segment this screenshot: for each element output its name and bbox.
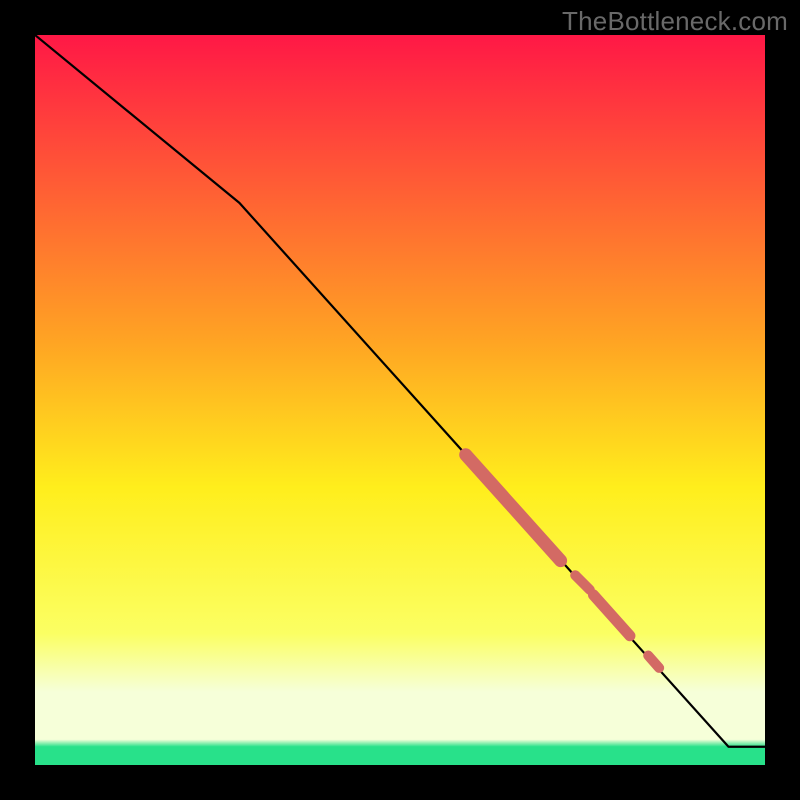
highlight-segment: [466, 455, 561, 561]
chart-area: [35, 35, 765, 765]
main-curve: [35, 35, 765, 747]
highlight-segment: [593, 595, 630, 636]
highlight-segment: [575, 575, 590, 590]
watermark-text: TheBottleneck.com: [562, 6, 788, 37]
highlight-blobs: [466, 455, 659, 668]
curve-layer: [35, 35, 765, 765]
image-root: TheBottleneck.com: [0, 0, 800, 800]
highlight-segment: [648, 656, 659, 668]
